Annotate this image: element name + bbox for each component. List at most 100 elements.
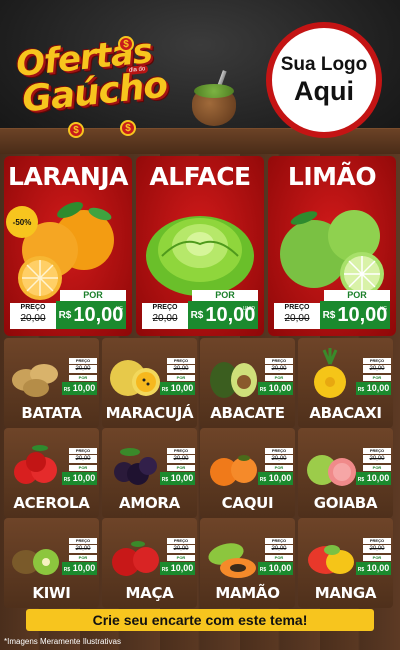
product-card[interactable]: PREÇO 20,00 POR R$ 10,00 GOIABA [298, 428, 393, 518]
por-label: POR [167, 555, 195, 561]
price-value: 10,00 [72, 473, 96, 483]
chimarrao-icon [188, 70, 240, 126]
price-tag: PREÇO 20,00 POR R$ 10,00 [62, 538, 97, 578]
logo-line1: Sua Logo [280, 53, 368, 75]
product-card[interactable]: PREÇO 20,00 POR R$ 10,00 MARACUJÁ [102, 338, 197, 428]
lime-icon [280, 210, 384, 296]
currency: R$ [58, 309, 72, 321]
price-value: 10,00 [268, 473, 292, 483]
por-label: POR [265, 555, 293, 561]
product-name: ABACATE [210, 404, 285, 422]
old-price: 20,00 [69, 545, 97, 553]
currency: R$ [161, 387, 169, 393]
por-label: POR [363, 465, 391, 471]
unit: UNID [242, 306, 255, 312]
por-label: POR [69, 375, 97, 381]
price-tag: PREÇO 20,00 POR R$ 10,00 [258, 538, 293, 578]
product-card[interactable]: PREÇO 20,00 POR R$ 10,00 KIWI [4, 518, 99, 608]
disclaimer: *Imagens Meramente Ilustrativas [4, 637, 121, 646]
product-name: ACEROLA [13, 494, 90, 512]
price-tag: PREÇO 20,00 POR R$ 10,00 [356, 448, 391, 488]
old-price: 20,00 [265, 455, 293, 463]
price-value: 10,00 [268, 383, 292, 393]
preco-label: PREÇO [167, 448, 195, 454]
currency: R$ [161, 567, 169, 573]
por-label: POR [69, 555, 97, 561]
price-value: 10,00 [170, 473, 194, 483]
por-label: POR [324, 290, 390, 301]
new-price: R$ 10,00 KG [320, 301, 390, 329]
old-price: 20,00 [363, 365, 391, 373]
por-label: POR [69, 465, 97, 471]
product-card[interactable]: PREÇO 20,00 POR R$ 10,00 MAÇA [102, 518, 197, 608]
old-price: 20,00 [20, 313, 46, 324]
product-card[interactable]: PREÇO 20,00 POR R$ 10,00 MANGA [298, 518, 393, 608]
product-card[interactable]: PREÇO 20,00 POR R$ 10,00 MAMÃO [200, 518, 295, 608]
product-card[interactable]: PREÇO 20,00 POR R$ 10,00 ABACAXI [298, 338, 393, 428]
price-tag: PREÇO 20,00 POR R$ 10,00 [160, 538, 195, 578]
brand-logo: Ofertas dia do Gaúcho $ $ $ [8, 30, 178, 140]
product-name: LIMÃO [287, 162, 377, 191]
potato-icon [12, 364, 58, 397]
new-price: R$ 10,00 [258, 472, 293, 485]
new-price: R$ 10,00 [258, 562, 293, 575]
old-price-box: PREÇO 20,00 [142, 303, 188, 329]
price-value: 10,00 [268, 563, 292, 573]
preco-label: PREÇO [363, 448, 391, 454]
featured-card-laranja[interactable]: LARANJA POR PREÇO 20,00 R$ 10,00 KG [4, 156, 132, 336]
price-tag: PREÇO 20,00 POR R$ 10,00 [62, 448, 97, 488]
currency: R$ [259, 567, 267, 573]
old-price: 20,00 [363, 545, 391, 553]
product-name: ALFACE [149, 162, 251, 191]
coin-icon: $ [118, 36, 134, 52]
featured-card-limao[interactable]: LIMÃO POR PREÇO 20,00 R$ 10,00 KG [268, 156, 396, 336]
product-card[interactable]: PREÇO 20,00 POR R$ 10,00 AMORA [102, 428, 197, 518]
old-price-box: PREÇO 20,00 [10, 303, 56, 329]
new-price: R$ 10,00 [356, 562, 391, 575]
por-label: POR [265, 375, 293, 381]
old-price: 20,00 [167, 455, 195, 463]
product-name: ABACAXI [309, 404, 382, 422]
preco-label: PREÇO [167, 538, 195, 544]
product-name: AMORA [119, 494, 180, 512]
logo-line2: Aqui [294, 75, 354, 106]
price-value: 10,00 [366, 563, 390, 573]
product-name: MAMÃO [215, 584, 280, 602]
price-value: 10,00 [170, 383, 194, 393]
product-name: GOIABA [313, 494, 378, 512]
old-price: 20,00 [69, 455, 97, 463]
pineapple-icon [314, 348, 346, 398]
preco-label: PREÇO [69, 358, 97, 364]
acerola-icon [14, 445, 57, 484]
unit: KG [379, 306, 387, 312]
price-tag: PREÇO 20,00 POR R$ 10,00 [160, 448, 195, 488]
new-price: R$ 10,00 [160, 472, 195, 485]
por-label: POR [192, 290, 258, 301]
currency: R$ [190, 309, 204, 321]
price-value: 10,00 [72, 563, 96, 573]
cta-banner[interactable]: Crie seu encarte com este tema! [26, 609, 374, 631]
store-logo-placeholder[interactable]: Sua Logo Aqui [266, 22, 382, 138]
preco-label: PREÇO [265, 448, 293, 454]
featured-card-alface[interactable]: ALFACE POR PREÇO 20,00 R$ 10,00 UNID [136, 156, 264, 336]
coin-icon: $ [68, 122, 84, 138]
new-price: R$ 10,00 [62, 562, 97, 575]
preco-label: PREÇO [167, 358, 195, 364]
product-card[interactable]: PREÇO 20,00 POR R$ 10,00 ACEROLA [4, 428, 99, 518]
old-price: 20,00 [167, 365, 195, 373]
price-tag: PREÇO 20,00 POR R$ 10,00 [160, 358, 195, 398]
old-price: 20,00 [363, 455, 391, 463]
product-name: BATATA [21, 404, 82, 422]
product-card[interactable]: PREÇO 20,00 POR R$ 10,00 CAQUI [200, 428, 295, 518]
new-price: R$ 10,00 [258, 382, 293, 395]
por-label: POR [60, 290, 126, 301]
currency: R$ [357, 387, 365, 393]
currency: R$ [259, 387, 267, 393]
price-tag: PREÇO 20,00 POR R$ 10,00 [356, 538, 391, 578]
product-card[interactable]: PREÇO 20,00 POR R$ 10,00 BATATA [4, 338, 99, 428]
kiwi-icon [12, 549, 59, 575]
product-card[interactable]: PREÇO 20,00 POR R$ 10,00 ABACATE [200, 338, 295, 428]
product-name: CAQUI [221, 494, 274, 512]
product-name: KIWI [32, 584, 71, 602]
old-price: 20,00 [284, 313, 310, 324]
